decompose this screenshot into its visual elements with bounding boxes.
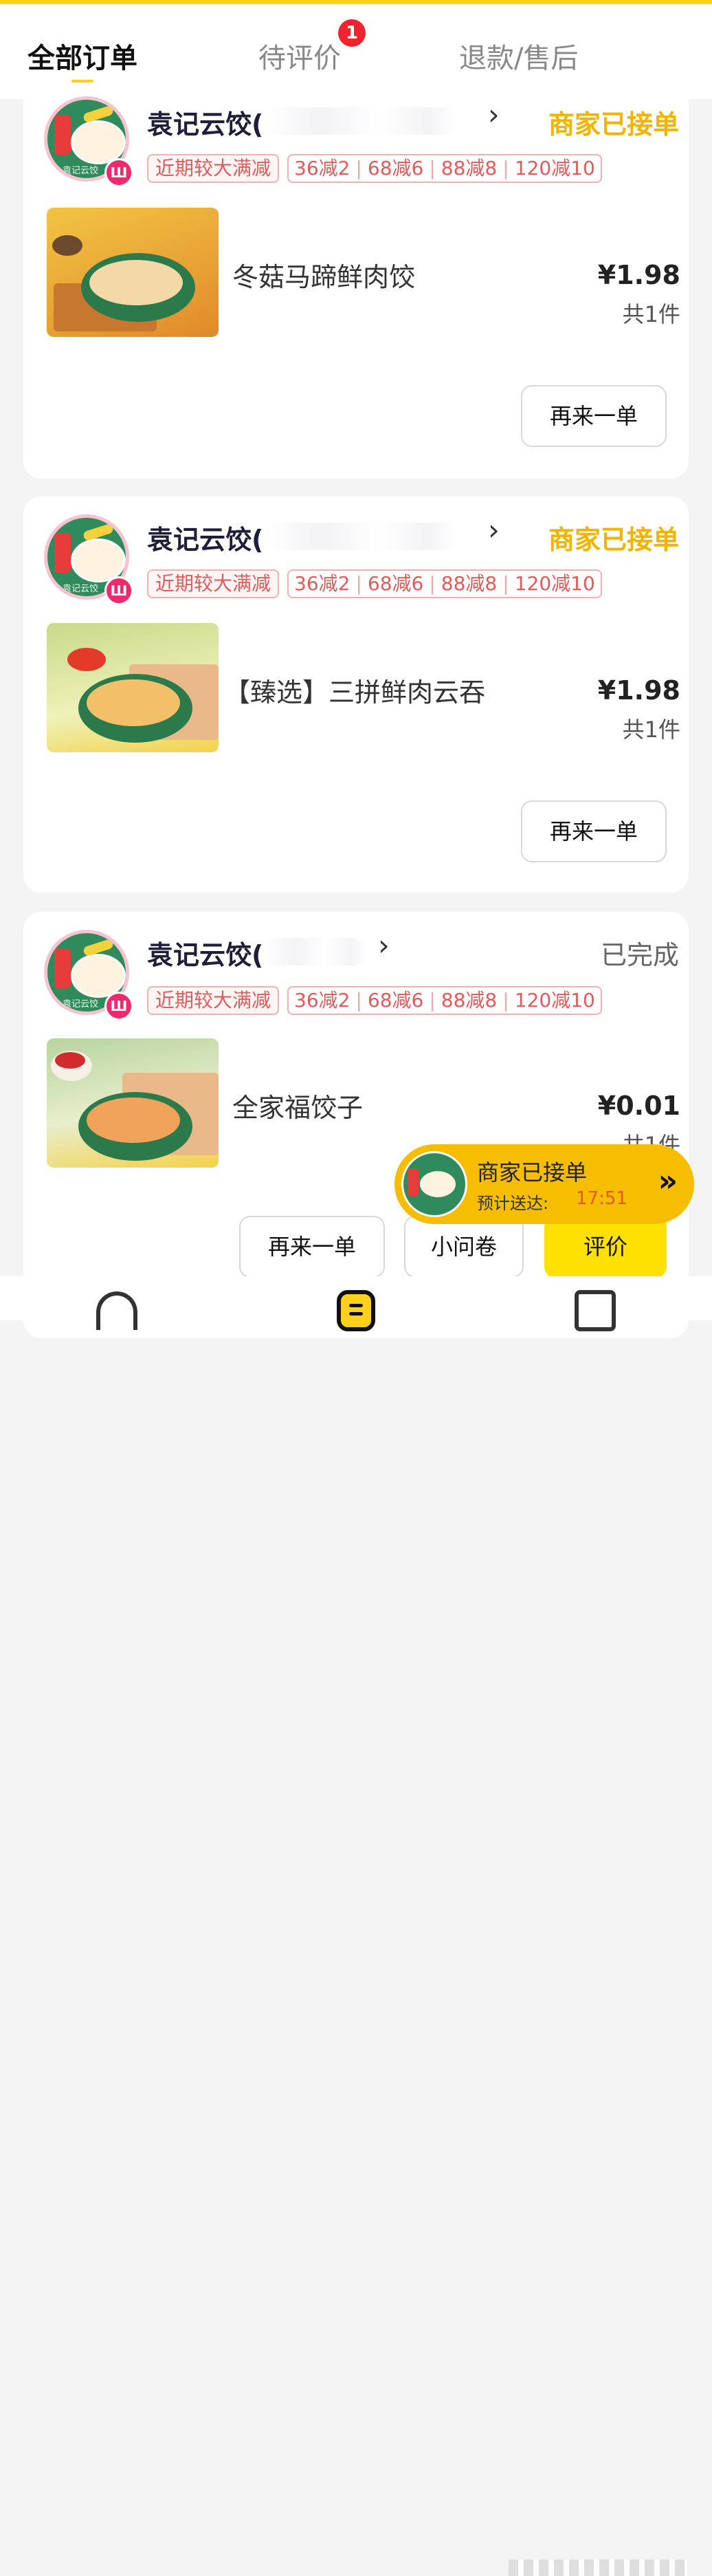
order-status: 已完成 bbox=[600, 940, 679, 970]
store-name[interactable]: 袁记云饺( bbox=[147, 519, 263, 556]
promo-label: 近期较大满减 bbox=[147, 154, 280, 183]
dish-image[interactable] bbox=[47, 208, 219, 337]
store-badge-icon: Ш bbox=[104, 158, 133, 187]
tab-pending-review[interactable]: 待评价 bbox=[258, 40, 341, 77]
reorder-button[interactable]: 再来一单 bbox=[239, 1216, 385, 1278]
redacted-store-branch bbox=[264, 107, 456, 135]
store-badge-icon: Ш bbox=[104, 992, 133, 1020]
dish-name: 全家福饺子 bbox=[232, 1093, 364, 1123]
order-status-floating-pill[interactable]: 商家已接单 预计送达: 17:51 » bbox=[394, 1144, 694, 1224]
promo-item: 120减10 bbox=[514, 157, 595, 179]
dish-name: 【臻选】三拼鲜肉云吞 bbox=[224, 677, 486, 708]
dish-name: 冬菇马蹄鲜肉饺 bbox=[232, 262, 416, 292]
order-card[interactable]: 袁记云饺 Ш 袁记云饺( › 已完成 近期较大满减 36减2 | 68减6 | 88… bbox=[23, 912, 689, 1338]
review-button[interactable]: 评价 bbox=[544, 1216, 667, 1278]
order-status: 商家已接单 bbox=[548, 525, 679, 555]
promo-discounts: 36减2 | 68减6 | 88减8 | 120减10 bbox=[287, 986, 602, 1015]
promo-item: 88减8 bbox=[441, 157, 498, 179]
review-count-badge: 1 bbox=[338, 19, 366, 47]
promo-item: 68减6 bbox=[367, 989, 424, 1012]
double-chevron-icon[interactable]: » bbox=[658, 1164, 678, 1199]
promo-item: 36减2 bbox=[294, 989, 351, 1012]
promo-item: 88减8 bbox=[441, 572, 498, 595]
profile-icon[interactable] bbox=[575, 1290, 616, 1331]
reorder-button[interactable]: 再来一单 bbox=[521, 385, 667, 447]
promo-item: 88减8 bbox=[441, 989, 498, 1012]
promo-item: 36减2 bbox=[294, 572, 351, 595]
promo-item: 68减6 bbox=[367, 157, 424, 179]
promo-item: 36减2 bbox=[294, 157, 351, 179]
floating-store-thumbnail bbox=[401, 1151, 467, 1217]
floating-eta-time: 17:51 bbox=[576, 1188, 627, 1209]
order-price: ¥0.01 bbox=[597, 1091, 680, 1121]
store-chevron-icon[interactable]: › bbox=[488, 98, 500, 131]
order-price: ¥1.98 bbox=[597, 260, 680, 290]
promo-discounts: 36减2 | 68减6 | 88减8 | 120减10 bbox=[287, 154, 602, 183]
survey-button[interactable]: 小问卷 bbox=[404, 1216, 524, 1278]
store-badge-icon: Ш bbox=[104, 576, 133, 605]
promo-label: 近期较大满减 bbox=[147, 569, 280, 598]
promo-item: 68减6 bbox=[367, 572, 424, 595]
tab-refund-aftersale[interactable]: 退款/售后 bbox=[459, 40, 578, 77]
promo-item: 120减10 bbox=[514, 989, 595, 1012]
store-name[interactable]: 袁记云饺( bbox=[147, 103, 263, 141]
promo-discounts: 36减2 | 68减6 | 88减8 | 120减10 bbox=[287, 569, 602, 598]
order-price: ¥1.98 bbox=[597, 675, 680, 706]
order-quantity: 共1件 bbox=[622, 301, 680, 327]
floating-status-title: 商家已接单 bbox=[477, 1159, 588, 1186]
redacted-store-branch bbox=[264, 938, 367, 965]
dish-image[interactable] bbox=[47, 623, 219, 752]
store-chevron-icon[interactable]: › bbox=[488, 513, 500, 547]
tab-all-orders[interactable]: 全部订单 bbox=[27, 40, 137, 77]
bottom-navigation bbox=[0, 1276, 712, 2576]
promo-item: 120减10 bbox=[514, 572, 595, 595]
order-card[interactable]: 袁记云饺 Ш 袁记云饺( › 商家已接单 近期较大满减 36减2 | 68减6 | … bbox=[23, 83, 689, 479]
store-chevron-icon[interactable]: › bbox=[378, 928, 390, 962]
promo-row: 近期较大满减 36减2 | 68减6 | 88减8 | 120减10 bbox=[147, 986, 602, 1015]
dish-image[interactable] bbox=[47, 1038, 219, 1168]
promo-row: 近期较大满减 36减2 | 68减6 | 88减8 | 120减10 bbox=[147, 154, 602, 183]
promo-row: 近期较大满减 36减2 | 68减6 | 88减8 | 120减10 bbox=[147, 569, 602, 598]
floating-eta-label: 预计送达: bbox=[477, 1194, 549, 1213]
order-status: 商家已接单 bbox=[548, 109, 679, 140]
promo-label: 近期较大满减 bbox=[147, 986, 280, 1015]
order-quantity: 共1件 bbox=[622, 717, 680, 743]
reorder-button[interactable]: 再来一单 bbox=[521, 800, 667, 862]
order-card[interactable]: 袁记云饺 Ш 袁记云饺( › 商家已接单 近期较大满减 36减2 | 68减6 | … bbox=[23, 496, 689, 893]
orders-icon[interactable] bbox=[337, 1290, 375, 1331]
store-name[interactable]: 袁记云饺( bbox=[147, 934, 263, 972]
watermark bbox=[509, 2559, 687, 2576]
home-icon[interactable] bbox=[96, 1291, 137, 1330]
redacted-store-branch bbox=[264, 523, 456, 550]
